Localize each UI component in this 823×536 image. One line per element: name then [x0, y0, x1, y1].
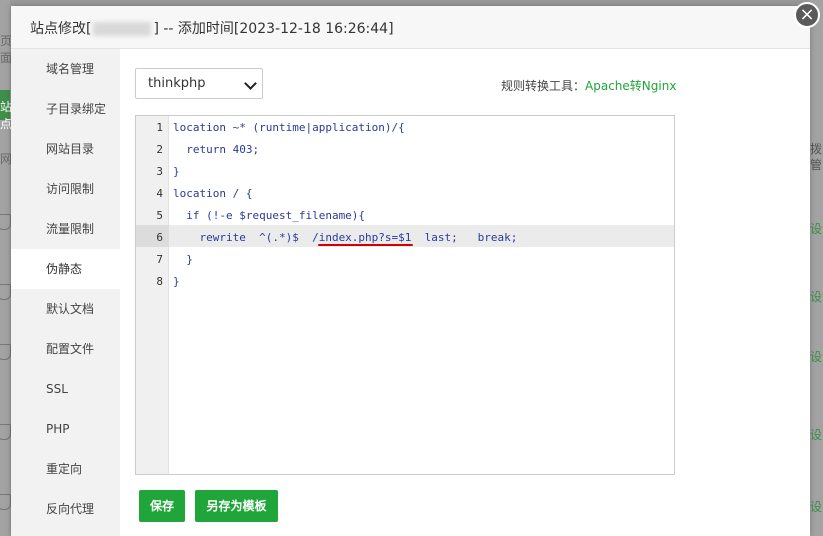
- line-number: 2: [156, 143, 163, 156]
- nav-reverse-proxy[interactable]: 反向代理: [11, 489, 120, 529]
- background-right-strip: 拨 管 设 设 设 设 设: [810, 0, 823, 536]
- shield-icon: [0, 214, 11, 230]
- settings-sidebar: 域名管理 子目录绑定 网站目录 访问限制 流量限制 伪静态 默认文档 配置文件 …: [11, 49, 120, 536]
- background-setting-link: 设: [810, 290, 823, 304]
- shield-icon: [0, 284, 11, 300]
- line-number: 4: [156, 187, 163, 200]
- save-as-template-button[interactable]: 另存为模板: [195, 490, 278, 522]
- nav-site-directory[interactable]: 网站目录: [11, 129, 120, 169]
- nav-redirect[interactable]: 重定向: [11, 449, 120, 489]
- redacted-domain: [93, 22, 152, 36]
- line-number: 8: [156, 275, 163, 288]
- rewrite-panel: thinkphp 规则转换工具：Apache转Nginx 1 2 3 4 5 6…: [120, 49, 810, 536]
- nav-ssl[interactable]: SSL: [11, 369, 120, 409]
- nav-config-file[interactable]: 配置文件: [11, 329, 120, 369]
- line-number: 1: [156, 121, 163, 134]
- code-line: if (!-e $request_filename){: [173, 209, 366, 222]
- shield-icon: [0, 494, 11, 510]
- nav-access-restriction[interactable]: 访问限制: [11, 169, 120, 209]
- code-line-active: rewrite ^(.*)$ /index.php?s=$1 last; bre…: [173, 231, 518, 244]
- rewrite-template-select[interactable]: thinkphp: [135, 68, 263, 99]
- code-line: location ~* (runtime|application)/{: [173, 121, 405, 134]
- code-editor[interactable]: 1 2 3 4 5 6 7 8 location ~* (runtime|app…: [135, 115, 675, 475]
- background-text: 管: [810, 158, 823, 172]
- rule-convert-tool: 规则转换工具：Apache转Nginx: [501, 77, 676, 94]
- nav-domain-management[interactable]: 域名管理: [11, 49, 120, 89]
- background-green-button: 站点: [0, 90, 12, 131]
- nav-traffic-limit[interactable]: 流量限制: [11, 209, 120, 249]
- red-underline-annotation: [318, 244, 413, 246]
- tool-label: 规则转换工具：: [501, 79, 586, 93]
- background-setting-link: 设: [810, 500, 823, 514]
- code-line: }: [173, 165, 180, 178]
- dialog-header: 站点修改[] -- 添加时间[2023-12-18 16:26:44]: [11, 6, 810, 49]
- background-text: 拨: [810, 142, 823, 156]
- close-button[interactable]: ×: [794, 2, 820, 28]
- background-left-strip: 页面 站点 网: [0, 0, 12, 536]
- code-line: }: [173, 275, 180, 288]
- shield-icon: [0, 424, 11, 440]
- nav-php[interactable]: PHP: [11, 409, 120, 449]
- chevron-down-icon: [244, 77, 257, 90]
- line-number: 3: [156, 165, 163, 178]
- site-edit-dialog: 站点修改[] -- 添加时间[2023-12-18 16:26:44] × 域名…: [11, 2, 820, 536]
- code-line: location / {: [173, 187, 253, 200]
- select-value: thinkphp: [148, 76, 206, 91]
- background-setting-link: 设: [810, 350, 823, 364]
- background-setting-link: 设: [810, 428, 823, 442]
- nav-subdirectory-binding[interactable]: 子目录绑定: [11, 89, 120, 129]
- code-line: return 403;: [173, 143, 260, 156]
- nav-pseudo-static[interactable]: 伪静态: [11, 249, 120, 289]
- apache-to-nginx-link[interactable]: Apache转Nginx: [585, 79, 676, 93]
- line-number: 6: [156, 231, 163, 244]
- nav-default-document[interactable]: 默认文档: [11, 289, 120, 329]
- code-line: }: [173, 253, 193, 266]
- background-setting-link: 设: [810, 222, 823, 236]
- line-number: 5: [156, 209, 163, 222]
- dialog-title: 站点修改[] -- 添加时间[2023-12-18 16:26:44]: [30, 21, 394, 37]
- save-button[interactable]: 保存: [139, 490, 185, 522]
- line-number: 7: [156, 253, 163, 266]
- shield-icon: [0, 344, 11, 360]
